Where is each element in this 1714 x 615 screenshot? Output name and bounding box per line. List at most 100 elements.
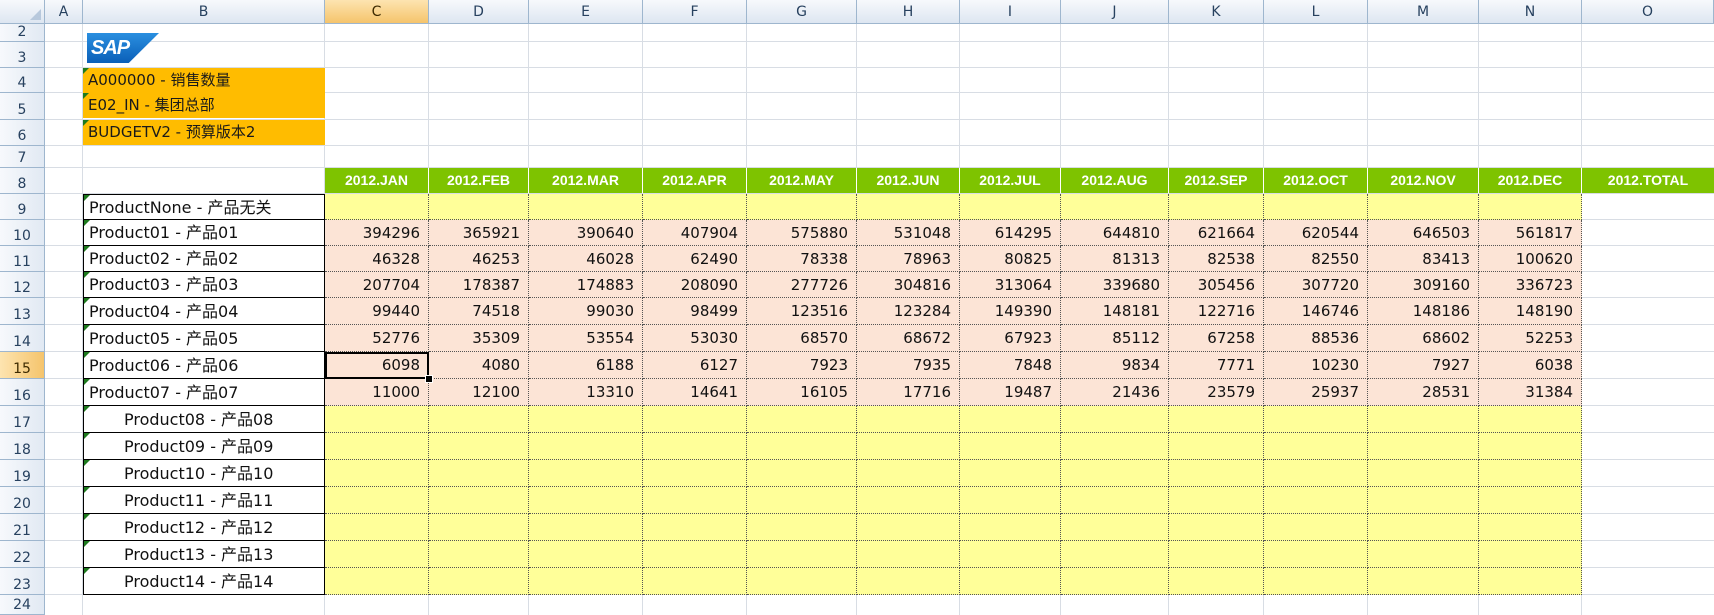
data-cell[interactable] [1061, 194, 1169, 220]
data-cell[interactable] [960, 487, 1061, 514]
data-cell[interactable]: 98499 [643, 298, 747, 325]
column-header-m[interactable]: M [1368, 0, 1479, 24]
data-cell[interactable]: 7923 [747, 352, 857, 379]
data-cell[interactable] [325, 514, 429, 541]
product-label[interactable]: Product10 - 产品10 [83, 460, 325, 487]
product-label[interactable]: Product12 - 产品12 [83, 514, 325, 541]
data-cell[interactable] [643, 541, 747, 568]
data-cell[interactable] [857, 514, 960, 541]
data-cell[interactable]: 646503 [1368, 220, 1479, 246]
data-cell[interactable] [429, 433, 529, 460]
row-header-23[interactable]: 23 [0, 568, 45, 595]
data-cell[interactable] [857, 194, 960, 220]
data-cell[interactable] [1169, 194, 1264, 220]
data-cell[interactable] [960, 194, 1061, 220]
data-cell[interactable] [1264, 541, 1368, 568]
data-cell[interactable]: 122716 [1169, 298, 1264, 325]
data-cell[interactable] [1169, 487, 1264, 514]
data-cell[interactable] [429, 568, 529, 595]
row-header-12[interactable]: 12 [0, 272, 45, 298]
data-cell[interactable]: 620544 [1264, 220, 1368, 246]
data-cell[interactable] [747, 541, 857, 568]
product-label[interactable]: Product03 - 产品03 [83, 272, 325, 298]
data-cell[interactable] [1479, 487, 1582, 514]
data-cell[interactable] [1479, 406, 1582, 433]
data-cell[interactable] [1368, 433, 1479, 460]
data-cell[interactable]: 12100 [429, 379, 529, 406]
row-header-3[interactable]: 3 [0, 42, 45, 68]
data-cell[interactable]: 6127 [643, 352, 747, 379]
row-header-13[interactable]: 13 [0, 298, 45, 325]
data-cell[interactable] [747, 568, 857, 595]
product-label[interactable]: ProductNone - 产品无关 [83, 194, 325, 220]
data-cell[interactable]: 313064 [960, 272, 1061, 298]
data-cell[interactable] [429, 194, 529, 220]
row-header-17[interactable]: 17 [0, 406, 45, 433]
select-all-corner[interactable] [0, 0, 45, 24]
data-cell[interactable] [1368, 406, 1479, 433]
data-cell[interactable] [747, 514, 857, 541]
data-cell[interactable]: 407904 [643, 220, 747, 246]
data-cell[interactable] [429, 514, 529, 541]
data-cell[interactable] [1169, 433, 1264, 460]
column-header-d[interactable]: D [429, 0, 529, 24]
data-cell[interactable]: 4080 [429, 352, 529, 379]
product-label[interactable]: Product06 - 产品06 [83, 352, 325, 379]
data-cell[interactable]: 53030 [643, 325, 747, 352]
data-cell[interactable]: 78963 [857, 246, 960, 272]
row-header-19[interactable]: 19 [0, 460, 45, 487]
product-label[interactable]: Product07 - 产品07 [83, 379, 325, 406]
data-cell[interactable]: 9834 [1061, 352, 1169, 379]
data-cell[interactable] [1169, 406, 1264, 433]
column-header-b[interactable]: B [83, 0, 325, 24]
data-cell[interactable] [1479, 568, 1582, 595]
data-cell[interactable]: 80825 [960, 246, 1061, 272]
data-cell[interactable]: 123284 [857, 298, 960, 325]
column-header-e[interactable]: E [529, 0, 643, 24]
row-header-6[interactable]: 6 [0, 120, 45, 146]
data-cell[interactable] [1061, 487, 1169, 514]
data-cell[interactable] [529, 433, 643, 460]
data-cell[interactable]: 365921 [429, 220, 529, 246]
data-cell[interactable]: 309160 [1368, 272, 1479, 298]
data-cell[interactable]: 82538 [1169, 246, 1264, 272]
data-cell[interactable] [1368, 460, 1479, 487]
column-header-l[interactable]: L [1264, 0, 1368, 24]
data-cell[interactable] [1264, 487, 1368, 514]
data-cell[interactable]: 123516 [747, 298, 857, 325]
data-cell[interactable] [643, 568, 747, 595]
data-cell[interactable]: 35309 [429, 325, 529, 352]
data-cell[interactable] [960, 406, 1061, 433]
data-cell[interactable]: 305456 [1169, 272, 1264, 298]
data-cell[interactable]: 149390 [960, 298, 1061, 325]
column-header-h[interactable]: H [857, 0, 960, 24]
data-cell[interactable]: 10230 [1264, 352, 1368, 379]
data-cell[interactable]: 17716 [857, 379, 960, 406]
data-cell[interactable] [429, 541, 529, 568]
data-cell[interactable]: 207704 [325, 272, 429, 298]
row-header-8[interactable]: 8 [0, 168, 45, 194]
data-cell[interactable]: 304816 [857, 272, 960, 298]
data-cell[interactable] [1061, 514, 1169, 541]
data-cell[interactable] [857, 406, 960, 433]
data-cell[interactable]: 19487 [960, 379, 1061, 406]
data-cell[interactable]: 99440 [325, 298, 429, 325]
row-header-14[interactable]: 14 [0, 325, 45, 352]
row-header-5[interactable]: 5 [0, 93, 45, 120]
data-cell[interactable] [529, 514, 643, 541]
data-cell[interactable]: 74518 [429, 298, 529, 325]
product-label[interactable]: Product13 - 产品13 [83, 541, 325, 568]
data-cell[interactable]: 67923 [960, 325, 1061, 352]
data-cell[interactable]: 52776 [325, 325, 429, 352]
data-cell[interactable] [1061, 433, 1169, 460]
data-cell[interactable] [857, 487, 960, 514]
column-header-j[interactable]: J [1061, 0, 1169, 24]
column-header-c[interactable]: C [325, 0, 429, 24]
data-cell[interactable] [1368, 194, 1479, 220]
data-cell[interactable]: 7935 [857, 352, 960, 379]
data-cell[interactable] [643, 433, 747, 460]
data-cell[interactable] [1169, 460, 1264, 487]
data-cell[interactable] [1479, 433, 1582, 460]
active-cell[interactable]: 6098 [325, 352, 429, 379]
fill-handle[interactable] [425, 375, 433, 383]
